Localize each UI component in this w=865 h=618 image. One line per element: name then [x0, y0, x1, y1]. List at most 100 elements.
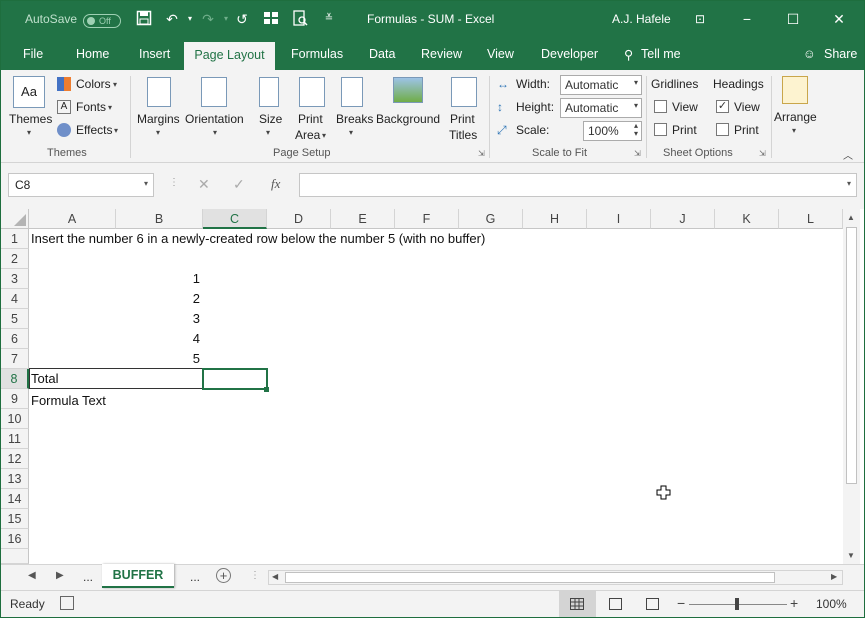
height-select[interactable]: Automatic ▾: [560, 98, 642, 118]
page-setup-launcher-icon[interactable]: ⇲: [478, 149, 485, 158]
column-header-d[interactable]: D: [267, 209, 331, 229]
add-sheet-icon[interactable]: +: [216, 568, 231, 583]
refresh-icon[interactable]: ↺: [233, 10, 251, 28]
name-box[interactable]: C8 ▾: [8, 173, 154, 197]
name-box-dropdown-icon[interactable]: ▾: [144, 179, 148, 188]
share-button[interactable]: Share: [824, 47, 857, 61]
row-header-11[interactable]: 11: [1, 429, 29, 449]
scroll-down-icon[interactable]: ▼: [847, 551, 855, 560]
scroll-right-icon[interactable]: ▶: [831, 572, 837, 581]
background-button[interactable]: Background: [376, 112, 440, 126]
sheet-tab-buffer[interactable]: BUFFER: [102, 564, 174, 588]
row-header-6[interactable]: 6: [1, 329, 29, 349]
expand-formula-icon[interactable]: ▾: [847, 179, 851, 188]
column-header-b[interactable]: B: [116, 209, 203, 229]
column-header-k[interactable]: K: [715, 209, 779, 229]
insert-function-icon[interactable]: fx: [271, 176, 280, 192]
gridlines-print-checkbox[interactable]: [654, 123, 667, 136]
worksheet-grid[interactable]: A B C D E F G H I J K L 1 2 3 4 5 6 7 8 …: [1, 209, 864, 564]
column-header-i[interactable]: I: [587, 209, 651, 229]
fill-handle[interactable]: [264, 387, 269, 392]
macro-record-icon[interactable]: [60, 596, 74, 610]
formula-input[interactable]: ▾: [299, 173, 857, 197]
row-header-14[interactable]: 14: [1, 489, 29, 509]
row-header-16[interactable]: 16: [1, 529, 29, 549]
size-icon[interactable]: [259, 77, 279, 107]
print-area-icon[interactable]: [299, 77, 325, 107]
effects-button[interactable]: Effects: [76, 123, 112, 137]
undo-icon[interactable]: ↶: [163, 10, 181, 28]
orientation-button[interactable]: Orientation: [185, 112, 244, 126]
row-header-12[interactable]: 12: [1, 449, 29, 469]
effects-icon[interactable]: [57, 123, 71, 137]
tab-developer[interactable]: Developer: [541, 47, 598, 61]
zoom-in-icon[interactable]: +: [790, 595, 798, 611]
more-sheets-left[interactable]: ...: [83, 570, 93, 584]
fonts-icon[interactable]: A: [57, 100, 71, 114]
column-header-e[interactable]: E: [331, 209, 395, 229]
row-header-4[interactable]: 4: [1, 289, 29, 309]
headings-view-checkbox[interactable]: ✓: [716, 100, 729, 113]
collapse-ribbon-icon[interactable]: ︿: [843, 147, 853, 162]
themes-icon[interactable]: Aa: [13, 76, 45, 108]
print-titles-icon[interactable]: [451, 77, 477, 107]
zoom-level[interactable]: 100%: [816, 597, 847, 611]
cell-a1[interactable]: Insert the number 6 in a newly-created r…: [31, 229, 485, 249]
prev-sheet-icon[interactable]: ◀: [28, 570, 36, 581]
background-icon[interactable]: [393, 77, 423, 103]
tab-formulas[interactable]: Formulas: [291, 47, 343, 61]
column-header-a[interactable]: A: [29, 209, 116, 229]
zoom-slider-thumb[interactable]: [735, 598, 739, 610]
colors-icon[interactable]: [57, 77, 71, 91]
row-header-7[interactable]: 7: [1, 349, 29, 369]
form-icon[interactable]: [262, 10, 280, 28]
close-icon[interactable]: ✕: [830, 10, 848, 28]
row-header-5[interactable]: 5: [1, 309, 29, 329]
print-area-label[interactable]: Area: [295, 128, 320, 142]
tab-home[interactable]: Home: [76, 47, 109, 61]
cell-a8[interactable]: Total: [31, 369, 58, 389]
arrange-icon[interactable]: [782, 76, 808, 104]
horizontal-scroll-thumb[interactable]: [285, 572, 775, 583]
page-break-view-icon[interactable]: [646, 598, 659, 610]
column-header-f[interactable]: F: [395, 209, 459, 229]
sheet-options-launcher-icon[interactable]: ⇲: [759, 149, 766, 158]
headings-print-checkbox[interactable]: [716, 123, 729, 136]
cell-b3[interactable]: 1: [116, 269, 200, 289]
column-header-h[interactable]: H: [523, 209, 587, 229]
tab-page-layout[interactable]: Page Layout: [184, 42, 275, 70]
column-header-j[interactable]: J: [651, 209, 715, 229]
tab-insert[interactable]: Insert: [139, 47, 170, 61]
row-header-10[interactable]: 10: [1, 409, 29, 429]
print-titles-label[interactable]: Titles: [449, 128, 477, 142]
cell-b5[interactable]: 3: [116, 309, 200, 329]
save-icon[interactable]: [135, 10, 153, 28]
print-titles-button[interactable]: Print: [450, 112, 475, 126]
fonts-button[interactable]: Fonts: [76, 100, 106, 114]
row-header-9[interactable]: 9: [1, 389, 29, 409]
cell-b7[interactable]: 5: [116, 349, 200, 369]
minimize-icon[interactable]: −: [738, 10, 756, 28]
drag-handle-icon[interactable]: ⋮: [169, 177, 179, 188]
colors-button[interactable]: Colors: [76, 77, 111, 91]
vertical-scroll-thumb[interactable]: [846, 227, 857, 484]
column-header-g[interactable]: G: [459, 209, 523, 229]
drag-handle-icon[interactable]: ⋮: [250, 570, 260, 581]
width-select[interactable]: Automatic ▾: [560, 75, 642, 95]
size-button[interactable]: Size: [259, 112, 282, 126]
print-preview-icon[interactable]: [291, 10, 309, 28]
tell-me-search[interactable]: Tell me: [641, 47, 681, 61]
scroll-up-icon[interactable]: ▲: [847, 213, 855, 222]
spinner-arrows-icon[interactable]: ▴ ▾: [634, 122, 638, 138]
vertical-scrollbar[interactable]: ▲ ▼: [843, 209, 860, 564]
tab-file[interactable]: File: [23, 47, 43, 61]
column-header-c[interactable]: C: [203, 209, 267, 229]
row-header-13[interactable]: 13: [1, 469, 29, 489]
ribbon-display-icon[interactable]: ⊡: [691, 10, 709, 28]
scale-spinner[interactable]: 100% ▴ ▾: [583, 121, 642, 141]
breaks-button[interactable]: Breaks: [336, 112, 373, 126]
cell-a9[interactable]: Formula Text: [31, 391, 106, 411]
zoom-out-icon[interactable]: −: [677, 595, 685, 611]
margins-button[interactable]: Margins: [137, 112, 180, 126]
row-header-1[interactable]: 1: [1, 229, 29, 249]
